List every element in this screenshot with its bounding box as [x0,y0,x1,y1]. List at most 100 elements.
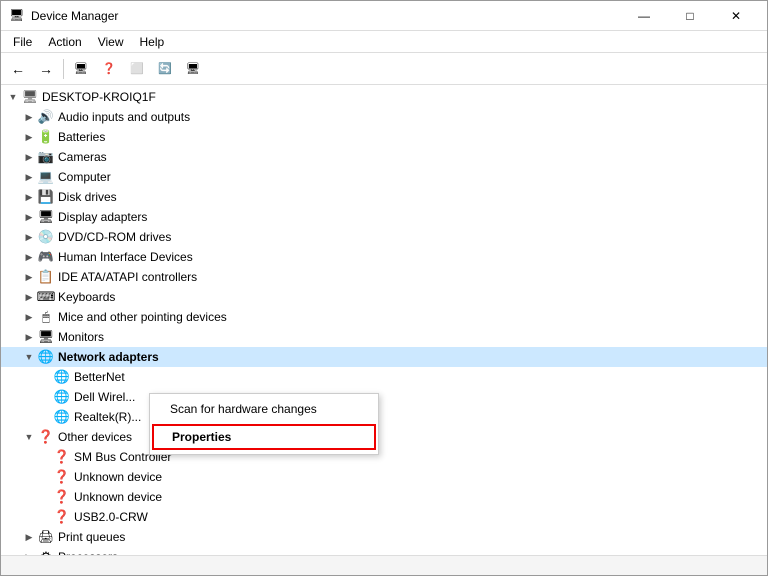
titlebar-controls: — □ ✕ [621,1,759,31]
cameras-label: Cameras [58,150,107,164]
computer-expand-icon: ▶ [21,169,37,185]
other-icon: ❓ [38,429,54,445]
menubar: File Action View Help [1,31,767,53]
tree-item-dellwirel[interactable]: 🌐 Dell Wirel... [1,387,767,407]
batteries-icon: 🔋 [38,129,54,145]
network-expand-icon: ▼ [21,349,37,365]
tree-item-keyboards[interactable]: ▶ ⌨ Keyboards [1,287,767,307]
forward-button[interactable]: → [33,56,59,82]
cameras-expand-icon: ▶ [21,149,37,165]
unknown1-icon: ❓ [54,469,70,485]
tree-item-realtek[interactable]: 🌐 Realtek(R)... [1,407,767,427]
menu-help[interactable]: Help [132,33,173,51]
disk-expand-icon: ▶ [21,189,37,205]
computer-icon: 💻 [38,169,54,185]
tree-item-dvd[interactable]: ▶ 💿 DVD/CD-ROM drives [1,227,767,247]
help-button[interactable]: ❓ [96,56,122,82]
tree-item-ide[interactable]: ▶ 📋 IDE ATA/ATAPI controllers [1,267,767,287]
back-button[interactable]: ← [5,56,31,82]
tree-item-disk[interactable]: ▶ 💾 Disk drives [1,187,767,207]
device-manager-window: 🖥 Device Manager — □ ✕ File Action View … [0,0,768,576]
monitors-expand-icon: ▶ [21,329,37,345]
tree-item-cameras[interactable]: ▶ 📷 Cameras [1,147,767,167]
network-icon: 🌐 [38,349,54,365]
tree-item-computer[interactable]: ▶ 💻 Computer [1,167,767,187]
hid-expand-icon: ▶ [21,249,37,265]
dvd-icon: 💿 [38,229,54,245]
maximize-button[interactable]: □ [667,1,713,31]
toolbar-separator-1 [63,59,64,79]
tree-item-monitors[interactable]: ▶ 🖥 Monitors [1,327,767,347]
tree-item-smbus[interactable]: ❓ SM Bus Controller [1,447,767,467]
statusbar [1,555,767,575]
other-expand-icon: ▼ [21,429,37,445]
tree-item-usb2[interactable]: ❓ USB2.0-CRW [1,507,767,527]
tree-item-display[interactable]: ▶ 🖥 Display adapters [1,207,767,227]
unknown2-label: Unknown device [74,490,162,504]
display-expand-icon: ▶ [21,209,37,225]
device-tree[interactable]: ▼ 🖥 DESKTOP-KROIQ1F ▶ 🔊 Audio inputs and… [1,85,767,555]
close-button[interactable]: ✕ [713,1,759,31]
view-button[interactable]: 🖥 [180,56,206,82]
minimize-button[interactable]: — [621,1,667,31]
print-expand-icon: ▶ [21,529,37,545]
betternet-icon: 🌐 [54,369,70,385]
mice-expand-icon: ▶ [21,309,37,325]
hid-icon: 🎮 [38,249,54,265]
batteries-label: Batteries [58,130,105,144]
tree-item-audio[interactable]: ▶ 🔊 Audio inputs and outputs [1,107,767,127]
disk-label: Disk drives [58,190,117,204]
dellwirel-expand-icon [37,389,53,405]
menu-file[interactable]: File [5,33,40,51]
menu-view[interactable]: View [90,33,132,51]
tree-item-network[interactable]: ▼ 🌐 Network adapters [1,347,767,367]
titlebar-left: 🖥 Device Manager [9,8,118,24]
tree-item-betternet[interactable]: 🌐 BetterNet [1,367,767,387]
keyboards-expand-icon: ▶ [21,289,37,305]
unknown1-expand-icon [37,469,53,485]
tree-item-batteries[interactable]: ▶ 🔋 Batteries [1,127,767,147]
tree-item-mice[interactable]: ▶ 🖱 Mice and other pointing devices [1,307,767,327]
processors-expand-icon: ▶ [21,549,37,555]
dellwirel-icon: 🌐 [54,389,70,405]
usb2-icon: ❓ [54,509,70,525]
context-menu-scan[interactable]: Scan for hardware changes [150,396,378,422]
monitors-icon: 🖥 [38,329,54,345]
other-label: Other devices [58,430,132,444]
context-menu-properties[interactable]: Properties [152,424,376,450]
ide-expand-icon: ▶ [21,269,37,285]
tree-item-print[interactable]: ▶ 🖨 Print queues [1,527,767,547]
keyboards-icon: ⌨ [38,289,54,305]
audio-expand-icon: ▶ [21,109,37,125]
smbus-expand-icon [37,449,53,465]
dellwirel-label: Dell Wirel... [74,390,135,404]
scan-label: Scan for hardware changes [170,402,317,416]
monitors-label: Monitors [58,330,104,344]
print-icon: 🖨 [38,529,54,545]
menu-action[interactable]: Action [40,33,89,51]
context-menu: Scan for hardware changes Properties [149,393,379,455]
ide-icon: 📋 [38,269,54,285]
scan-button[interactable]: ⬜ [124,56,150,82]
tree-item-unknown1[interactable]: ❓ Unknown device [1,467,767,487]
hid-label: Human Interface Devices [58,250,193,264]
processors-icon: ⚙ [38,549,54,555]
properties-label: Properties [172,430,231,444]
tree-root[interactable]: ▼ 🖥 DESKTOP-KROIQ1F [1,87,767,107]
tree-item-other[interactable]: ▼ ❓ Other devices [1,427,767,447]
unknown2-icon: ❓ [54,489,70,505]
print-label: Print queues [58,530,125,544]
network-label: Network adapters [58,350,159,364]
display-icon: 🖥 [38,209,54,225]
tree-item-processors[interactable]: ▶ ⚙ Processors [1,547,767,555]
properties-button[interactable]: 🖥 [68,56,94,82]
display-label: Display adapters [58,210,147,224]
refresh-button[interactable]: 🔄 [152,56,178,82]
tree-item-hid[interactable]: ▶ 🎮 Human Interface Devices [1,247,767,267]
realtek-expand-icon [37,409,53,425]
root-icon: 🖥 [22,89,38,105]
titlebar: 🖥 Device Manager — □ ✕ [1,1,767,31]
batteries-expand-icon: ▶ [21,129,37,145]
audio-icon: 🔊 [38,109,54,125]
tree-item-unknown2[interactable]: ❓ Unknown device [1,487,767,507]
